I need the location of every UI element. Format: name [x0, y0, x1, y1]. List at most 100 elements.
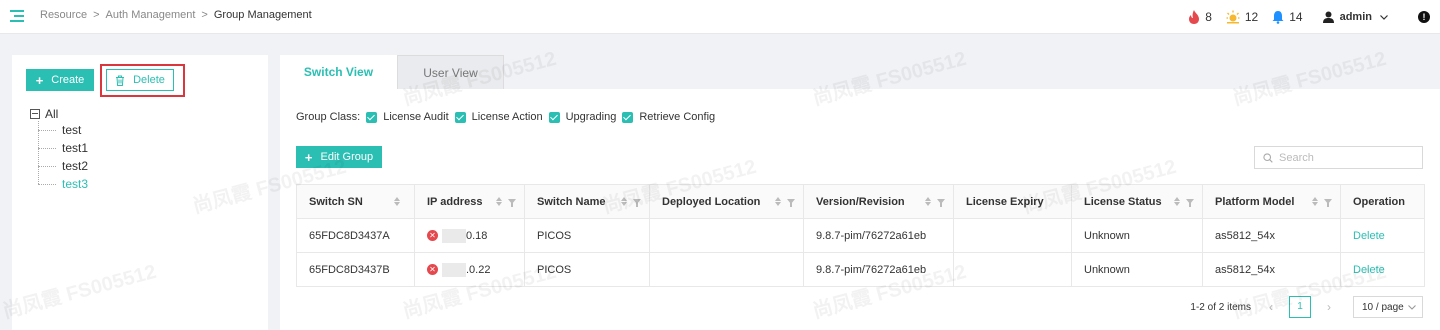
sort-icon[interactable]: [621, 197, 627, 206]
breadcrumb-item-auth-management[interactable]: Auth Management: [106, 9, 196, 21]
filter-icon[interactable]: [937, 199, 945, 207]
page-button-current[interactable]: 1: [1289, 296, 1311, 318]
tab-user-view[interactable]: User View: [397, 55, 504, 89]
checkbox-checked-icon: [454, 111, 466, 123]
tree-node-label: All: [45, 107, 59, 121]
edit-group-label: Edit Group: [320, 151, 374, 163]
column-header-platform-model[interactable]: Platform Model: [1202, 184, 1341, 219]
group-tree-panel: + Create Delete All test test1 test2 test…: [12, 55, 268, 330]
create-label: Create: [51, 74, 85, 86]
table-header-row: Switch SN IP address Switch Name Deploye…: [296, 184, 1425, 219]
checkbox-label: Upgrading: [565, 111, 617, 123]
page-size-select[interactable]: 10 / page: [1353, 296, 1423, 318]
warning-alerts[interactable]: 12: [1226, 10, 1258, 24]
notice-alerts[interactable]: 14: [1272, 10, 1303, 24]
cell-ip-address: .0.22: [466, 263, 491, 276]
tree-node-test3[interactable]: test3: [37, 175, 88, 193]
critical-count: 8: [1205, 10, 1212, 24]
column-header-switch-sn[interactable]: Switch SN: [296, 184, 415, 219]
user-icon: [1322, 11, 1334, 23]
error-status-icon: ✕: [427, 264, 438, 275]
sort-icon[interactable]: [775, 197, 781, 206]
column-header-license-status[interactable]: License Status: [1071, 184, 1203, 219]
checkbox-retrieve-config[interactable]: Retrieve Config: [622, 111, 715, 123]
group-class-label: Group Class:: [296, 111, 361, 123]
cell-deployed-location: [649, 218, 804, 253]
info-icon[interactable]: !: [1418, 11, 1430, 23]
chevron-right-icon[interactable]: ›: [1321, 300, 1337, 314]
search-input[interactable]: [1279, 151, 1409, 164]
cell-deployed-location: [649, 252, 804, 287]
column-header-switch-name[interactable]: Switch Name: [524, 184, 650, 219]
delete-label: Delete: [133, 74, 165, 86]
column-header-deployed-location[interactable]: Deployed Location: [649, 184, 804, 219]
edit-group-button[interactable]: + Edit Group: [296, 146, 382, 168]
column-header-license-expiry: License Expiry: [953, 184, 1072, 219]
username: admin: [1339, 11, 1372, 23]
sort-icon[interactable]: [1174, 197, 1180, 206]
sort-icon[interactable]: [496, 197, 502, 206]
notice-count: 14: [1289, 10, 1303, 24]
checkbox-license-action[interactable]: License Action: [454, 111, 543, 123]
cell-platform-model: as5812_54x: [1202, 252, 1341, 287]
bell-icon: [1272, 11, 1284, 24]
sun-warning-icon: [1226, 10, 1240, 24]
filter-icon[interactable]: [633, 199, 641, 207]
trash-icon: [116, 75, 125, 86]
cell-switch-name: PICOS: [524, 218, 650, 253]
tree-node-test1[interactable]: test1: [37, 139, 88, 157]
tree-node-test2[interactable]: test2: [37, 157, 88, 175]
error-status-icon: ✕: [427, 230, 438, 241]
cell-ip-address: 0.18: [466, 229, 488, 242]
checkbox-upgrading[interactable]: Upgrading: [548, 111, 617, 123]
main-panel: Switch View User View Group Class: Licen…: [280, 55, 1440, 330]
sort-icon[interactable]: [394, 197, 400, 206]
filter-icon[interactable]: [1324, 199, 1332, 207]
chevron-left-icon[interactable]: ‹: [1263, 300, 1279, 314]
filter-icon[interactable]: [787, 199, 795, 207]
view-tabs: Switch View User View: [280, 55, 504, 89]
breadcrumb-item-current: Group Management: [213, 9, 312, 21]
create-button[interactable]: + Create: [26, 69, 94, 91]
collapse-icon[interactable]: [30, 109, 40, 119]
page-size-value: 10 / page: [1362, 301, 1404, 313]
cell-switch-name: PICOS: [524, 252, 650, 287]
sort-icon[interactable]: [925, 197, 931, 206]
filter-icon[interactable]: [1186, 199, 1194, 207]
search-icon: [1263, 152, 1273, 163]
user-menu[interactable]: admin: [1322, 11, 1394, 23]
checkbox-label: Retrieve Config: [639, 111, 716, 123]
group-tree: All test test1 test2 test3: [30, 107, 88, 193]
cell-license-status: Unknown: [1071, 252, 1203, 287]
column-header-ip-address[interactable]: IP address: [414, 184, 525, 219]
checkbox-checked-icon: [366, 111, 378, 123]
ip-redaction-mask: [442, 228, 466, 243]
breadcrumb: Resource > Auth Management > Group Managemen…: [40, 9, 312, 21]
cell-platform-model: as5812_54x: [1202, 218, 1341, 253]
checkbox-label: License Action: [471, 111, 543, 123]
top-bar: Resource > Auth Management > Group Managemen…: [0, 0, 1440, 34]
checkbox-label: License Audit: [383, 111, 449, 123]
critical-alerts[interactable]: 8: [1188, 10, 1212, 24]
sort-icon[interactable]: [1312, 197, 1318, 206]
column-header-version[interactable]: Version/Revision: [803, 184, 954, 219]
checkbox-license-audit[interactable]: License Audit: [366, 111, 449, 123]
chevron-down-icon: [1408, 304, 1416, 310]
pagination-total: 1-2 of 2 items: [1190, 301, 1251, 313]
search-box[interactable]: [1254, 146, 1423, 169]
tree-node-test[interactable]: test: [37, 121, 88, 139]
delete-button[interactable]: Delete: [106, 69, 174, 91]
tab-switch-view[interactable]: Switch View: [280, 55, 397, 89]
filter-icon[interactable]: [508, 199, 516, 207]
group-class-filter: Group Class: License Audit License Actio…: [296, 111, 721, 123]
ip-redaction-mask: [442, 262, 466, 277]
plus-icon: +: [304, 149, 313, 165]
tree-node-all[interactable]: All: [30, 107, 88, 121]
row-delete-link[interactable]: Delete: [1353, 230, 1385, 242]
cell-version: 9.8.7-pim/76272a61eb: [803, 218, 954, 253]
menu-toggle-icon[interactable]: [10, 10, 24, 22]
warning-count: 12: [1244, 10, 1259, 24]
breadcrumb-item-resource[interactable]: Resource: [40, 9, 87, 21]
row-delete-link[interactable]: Delete: [1353, 264, 1385, 276]
checkbox-checked-icon: [548, 111, 560, 123]
